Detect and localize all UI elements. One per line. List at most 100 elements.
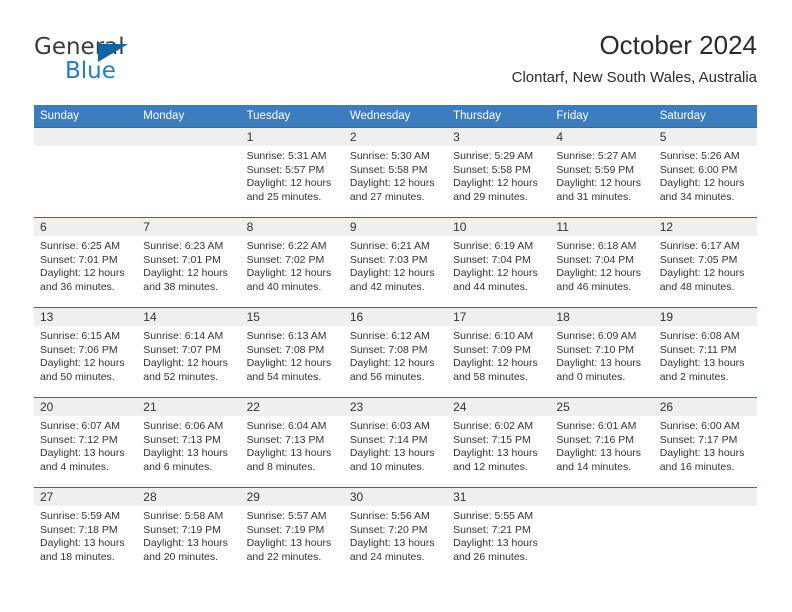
daylight-text-line2: and 46 minutes.	[556, 280, 632, 293]
sunset-text: Sunset: 7:01 PM	[40, 253, 118, 266]
sunrise-text: Sunrise: 5:58 AM	[143, 510, 224, 522]
day-details: Sunrise: 6:17 AM Sunset: 7:05 PM Daylight:…	[654, 236, 757, 294]
calendar-day-cell[interactable]: 20 Sunrise: 6:07 AM Sunset: 7:12 PM Dayligh…	[34, 397, 138, 488]
calendar-day-cell[interactable]: 21 Sunrise: 6:06 AM Sunset: 7:13 PM Dayligh…	[137, 397, 241, 488]
calendar-day-cell[interactable]: 24 Sunrise: 6:02 AM Sunset: 7:15 PM Dayligh…	[447, 397, 551, 488]
daylight-text-line1: Daylight: 12 hours	[246, 177, 332, 190]
calendar-day-cell[interactable]: 3 Sunrise: 5:29 AM Sunset: 5:58 PM Daylight…	[447, 127, 551, 218]
calendar-day-cell[interactable]: 17 Sunrise: 6:10 AM Sunset: 7:09 PM Dayligh…	[447, 307, 551, 398]
sunrise-text: Sunrise: 6:15 AM	[40, 330, 120, 342]
daylight-text-line2: and 6 minutes.	[143, 460, 213, 473]
sunrise-text: Sunrise: 5:59 AM	[40, 510, 120, 522]
day-cell-inner: 23 Sunrise: 6:03 AM Sunset: 7:14 PM Dayligh…	[343, 398, 448, 486]
calendar-day-cell[interactable]: 18 Sunrise: 6:09 AM Sunset: 7:10 PM Dayligh…	[550, 307, 654, 398]
day-details: Sunrise: 5:31 AM Sunset: 5:57 PM Daylight:…	[241, 146, 344, 204]
day-number: 23	[343, 398, 448, 416]
day-number: 14	[137, 308, 241, 326]
daylight-text-line1: Daylight: 13 hours	[556, 357, 642, 370]
calendar-day-cell[interactable]: 15 Sunrise: 6:13 AM Sunset: 7:08 PM Dayligh…	[240, 307, 344, 398]
calendar-empty-cell	[550, 487, 654, 578]
sunrise-text: Sunrise: 6:06 AM	[143, 420, 224, 432]
sunset-text: Sunset: 7:09 PM	[453, 343, 531, 356]
daylight-text-line1: Daylight: 13 hours	[349, 537, 435, 550]
sunrise-text: Sunrise: 6:04 AM	[246, 420, 327, 432]
calendar-day-cell[interactable]: 22 Sunrise: 6:04 AM Sunset: 7:13 PM Dayligh…	[240, 397, 344, 488]
day-details	[34, 146, 137, 150]
day-number	[550, 488, 654, 506]
calendar-day-cell[interactable]: 19 Sunrise: 6:08 AM Sunset: 7:11 PM Dayligh…	[653, 307, 757, 398]
calendar-day-cell[interactable]: 14 Sunrise: 6:14 AM Sunset: 7:07 PM Dayligh…	[137, 307, 241, 398]
daylight-text-line2: and 18 minutes.	[40, 550, 115, 563]
calendar-day-cell[interactable]: 16 Sunrise: 6:12 AM Sunset: 7:08 PM Dayligh…	[343, 307, 448, 398]
sunrise-text: Sunrise: 6:12 AM	[349, 330, 430, 342]
daylight-text-line2: and 20 minutes.	[143, 550, 218, 563]
calendar-day-cell[interactable]: 2 Sunrise: 5:30 AM Sunset: 5:58 PM Daylight…	[343, 127, 448, 218]
sunrise-text: Sunrise: 5:27 AM	[556, 150, 637, 162]
sunset-text: Sunset: 7:08 PM	[246, 343, 325, 356]
calendar-day-cell[interactable]: 13 Sunrise: 6:15 AM Sunset: 7:06 PM Dayligh…	[34, 307, 138, 398]
day-number: 30	[343, 488, 448, 506]
calendar-day-cell[interactable]: 30 Sunrise: 5:56 AM Sunset: 7:20 PM Dayligh…	[343, 487, 448, 578]
sunrise-text: Sunrise: 6:18 AM	[556, 240, 637, 252]
calendar-day-cell[interactable]: 25 Sunrise: 6:01 AM Sunset: 7:16 PM Dayligh…	[550, 397, 654, 488]
sunset-text: Sunset: 7:10 PM	[556, 343, 635, 356]
calendar-day-cell[interactable]: 8 Sunrise: 6:22 AM Sunset: 7:02 PM Daylight…	[240, 217, 344, 308]
calendar-day-cell[interactable]: 23 Sunrise: 6:03 AM Sunset: 7:14 PM Dayligh…	[343, 397, 448, 488]
day-number: 1	[240, 128, 344, 146]
day-details: Sunrise: 6:07 AM Sunset: 7:12 PM Daylight:…	[34, 416, 137, 474]
calendar-day-cell[interactable]: 7 Sunrise: 6:23 AM Sunset: 7:01 PM Daylight…	[137, 217, 241, 308]
daylight-text-line1: Daylight: 13 hours	[143, 447, 228, 460]
calendar-day-cell[interactable]: 4 Sunrise: 5:27 AM Sunset: 5:59 PM Daylight…	[550, 127, 654, 218]
daylight-text-line1: Daylight: 13 hours	[143, 537, 228, 550]
calendar-day-cell[interactable]: 6 Sunrise: 6:25 AM Sunset: 7:01 PM Daylight…	[34, 217, 138, 308]
day-cell-inner: 16 Sunrise: 6:12 AM Sunset: 7:08 PM Dayligh…	[343, 308, 448, 396]
daylight-text-line2: and 50 minutes.	[40, 370, 115, 383]
sunrise-text: Sunrise: 5:56 AM	[349, 510, 430, 522]
day-number: 20	[34, 398, 138, 416]
calendar-day-cell[interactable]: 26 Sunrise: 6:00 AM Sunset: 7:17 PM Dayligh…	[653, 397, 757, 488]
daylight-text-line2: and 10 minutes.	[349, 460, 425, 473]
sunset-text: Sunset: 5:59 PM	[556, 163, 635, 176]
calendar-day-cell[interactable]: 31 Sunrise: 5:55 AM Sunset: 7:21 PM Dayligh…	[447, 487, 551, 578]
calendar-day-cell[interactable]: 27 Sunrise: 5:59 AM Sunset: 7:18 PM Dayligh…	[34, 487, 138, 578]
sunset-text: Sunset: 7:13 PM	[143, 433, 221, 446]
day-details: Sunrise: 6:22 AM Sunset: 7:02 PM Daylight:…	[241, 236, 344, 294]
sunrise-text: Sunrise: 5:29 AM	[453, 150, 534, 162]
calendar-empty-cell	[653, 487, 757, 578]
day-cell-inner: 19 Sunrise: 6:08 AM Sunset: 7:11 PM Dayligh…	[653, 308, 757, 396]
sunrise-text: Sunrise: 6:19 AM	[453, 240, 534, 252]
daylight-text-line1: Daylight: 12 hours	[246, 357, 332, 370]
daylight-text-line1: Daylight: 12 hours	[40, 267, 125, 280]
day-number: 25	[550, 398, 654, 416]
day-cell-inner: 15 Sunrise: 6:13 AM Sunset: 7:08 PM Dayligh…	[240, 308, 344, 396]
calendar-day-cell[interactable]: 12 Sunrise: 6:17 AM Sunset: 7:05 PM Dayligh…	[653, 217, 757, 308]
calendar-day-cell[interactable]: 29 Sunrise: 5:57 AM Sunset: 7:19 PM Dayligh…	[240, 487, 344, 578]
sunrise-text: Sunrise: 5:55 AM	[453, 510, 534, 522]
day-details	[654, 506, 757, 510]
daylight-text-line2: and 0 minutes.	[556, 370, 626, 383]
day-details	[550, 506, 653, 510]
calendar-day-cell[interactable]: 28 Sunrise: 5:58 AM Sunset: 7:19 PM Dayligh…	[137, 487, 241, 578]
weekday-header-saturday: Saturday	[653, 105, 757, 128]
calendar-week-row: 13 Sunrise: 6:15 AM Sunset: 7:06 PM Dayligh…	[34, 307, 757, 398]
sunrise-text: Sunrise: 6:03 AM	[349, 420, 430, 432]
sunset-text: Sunset: 7:14 PM	[349, 433, 428, 446]
daylight-text-line2: and 8 minutes.	[246, 460, 316, 473]
calendar-day-cell[interactable]: 1 Sunrise: 5:31 AM Sunset: 5:57 PM Daylight…	[240, 127, 344, 218]
calendar-day-cell[interactable]: 10 Sunrise: 6:19 AM Sunset: 7:04 PM Dayligh…	[447, 217, 551, 308]
daylight-text-line1: Daylight: 12 hours	[349, 177, 435, 190]
day-cell-inner: 5 Sunrise: 5:26 AM Sunset: 6:00 PM Daylight…	[653, 128, 757, 216]
sunset-text: Sunset: 7:12 PM	[40, 433, 118, 446]
day-cell-inner: 6 Sunrise: 6:25 AM Sunset: 7:01 PM Daylight…	[34, 218, 138, 306]
general-blue-logo[interactable]: General Blue	[34, 34, 214, 90]
calendar-day-cell[interactable]: 9 Sunrise: 6:21 AM Sunset: 7:03 PM Daylight…	[343, 217, 448, 308]
sunrise-text: Sunrise: 6:14 AM	[143, 330, 224, 342]
page-subtitle: Clontarf, New South Wales, Australia	[511, 69, 757, 86]
daylight-text-line1: Daylight: 13 hours	[246, 447, 332, 460]
day-details: Sunrise: 5:56 AM Sunset: 7:20 PM Daylight:…	[344, 506, 447, 564]
calendar-day-cell[interactable]: 5 Sunrise: 5:26 AM Sunset: 6:00 PM Daylight…	[653, 127, 757, 218]
day-details: Sunrise: 5:27 AM Sunset: 5:59 PM Daylight:…	[550, 146, 653, 204]
calendar-day-cell[interactable]: 11 Sunrise: 6:18 AM Sunset: 7:04 PM Dayligh…	[550, 217, 654, 308]
sunrise-text: Sunrise: 6:22 AM	[246, 240, 327, 252]
weekday-header-sunday: Sunday	[34, 105, 138, 128]
